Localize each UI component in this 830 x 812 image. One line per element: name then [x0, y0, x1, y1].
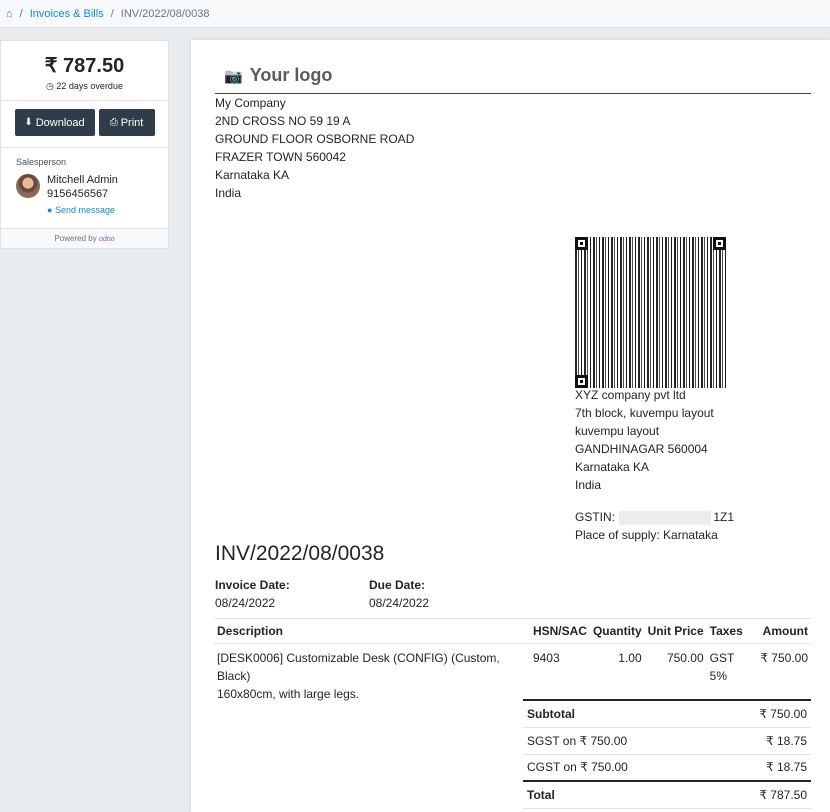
print-button[interactable]: ⎙ Print — [98, 109, 155, 136]
invoice-date: 08/24/2022 — [215, 596, 276, 610]
due-date: 08/24/2022 — [369, 596, 430, 610]
line-description: [DESK0006] Customizable Desk (CONFIG) (C… — [214, 644, 530, 709]
avatar — [16, 174, 40, 198]
salesperson-label: Salesperson — [16, 157, 67, 167]
table-header-row: Description HSN/SAC Quantity Unit Price … — [214, 618, 811, 644]
place-of-supply: Place of supply: Karnataka — [575, 528, 718, 542]
breadcrumb-current: INV/2022/08/0038 — [120, 7, 210, 20]
qr-finder — [575, 237, 588, 250]
print-label: Print — [120, 116, 144, 129]
odoo-logo[interactable]: odoo — [99, 236, 115, 243]
clock-icon: ◷ — [46, 81, 54, 91]
send-message-link[interactable]: ● Send message — [47, 205, 118, 215]
customer-line: Karnataka KA — [575, 460, 650, 474]
invoice-number: INV/2022/08/0038 — [215, 542, 385, 565]
cgst-row: CGST on ₹ 750.00 ₹ 18.75 — [523, 754, 811, 782]
qr-modules — [575, 237, 726, 388]
customer-line: India — [575, 478, 602, 492]
customer-line: XYZ company pvt ltd — [575, 388, 686, 402]
breadcrumb-invoices-link[interactable]: Invoices & Bills — [30, 8, 104, 20]
column-header: HSN/SAC — [529, 618, 590, 644]
overdue-text: ◷ 22 days overdue — [1, 81, 168, 92]
total-value: ₹ 787.50 — [713, 780, 811, 809]
company-line: Karnataka KA — [215, 168, 290, 182]
invoice-lines-table: Description HSN/SAC Quantity Unit Price … — [214, 618, 811, 708]
company-logo: 📷 Your logo — [224, 65, 332, 86]
download-label: Download — [35, 116, 85, 129]
line-description-text: 160x80cm, with large legs. — [217, 687, 360, 701]
gstin-block: GSTIN: 1Z1 Place of supply: Karnataka — [575, 508, 734, 544]
company-line: My Company — [215, 96, 286, 110]
company-line: FRAZER TOWN 560042 — [215, 150, 346, 164]
overdue-label: 22 days overdue — [56, 81, 123, 91]
column-header: Taxes — [706, 618, 758, 644]
sgst-label: SGST on ₹ 750.00 — [523, 727, 714, 755]
customer-line: GANDHINAGAR 560004 — [575, 442, 708, 456]
customer-line: kuvempu layout — [575, 424, 660, 438]
amount-due: ₹ 787.50 — [44, 55, 125, 77]
powered-by: Powered by odoo — [1, 229, 168, 248]
download-icon: ⬇ — [24, 117, 33, 128]
breadcrumb: ⌂ / Invoices & Bills / INV/2022/08/0038 — [0, 0, 830, 28]
totals-table: Subtotal ₹ 750.00 SGST on ₹ 750.00 ₹ 18.… — [523, 699, 811, 809]
gstin-suffix: 1Z1 — [713, 510, 735, 524]
gstin-label: GSTIN: — [575, 510, 616, 524]
invoice-dates: Invoice Date: 08/24/2022 Due Date: 08/24… — [215, 576, 523, 612]
subtotal-label: Subtotal — [523, 699, 714, 728]
column-header: Description — [214, 618, 530, 644]
cgst-value: ₹ 18.75 — [713, 754, 811, 782]
send-message-label: Send message — [54, 205, 115, 215]
salesperson-phone: 9156456567 — [47, 188, 109, 200]
home-icon[interactable]: ⌂ — [6, 8, 13, 20]
salesperson-section: Salesperson Mitchell Admin 9156456567 ● … — [1, 148, 168, 229]
invoice-document: 📷 Your logo My Company 2ND CROSS NO 59 1… — [191, 40, 830, 812]
subtotal-value: ₹ 750.00 — [713, 699, 811, 728]
company-line: India — [215, 186, 242, 200]
customer-line: 7th block, kuvempu layout — [575, 406, 714, 420]
column-header: Quantity — [589, 618, 645, 644]
total-label: Total — [523, 780, 714, 809]
total-row: Total ₹ 787.50 — [523, 780, 811, 809]
customer-address: XYZ company pvt ltd 7th block, kuvempu l… — [575, 386, 714, 494]
download-button[interactable]: ⬇ Download — [14, 109, 95, 136]
sgst-value: ₹ 18.75 — [713, 727, 811, 755]
print-icon: ⎙ — [109, 117, 118, 128]
chat-icon: ● — [47, 205, 53, 215]
gstin-redacted — [619, 510, 712, 525]
invoice-sidebar: ₹ 787.50 ◷ 22 days overdue ⬇ Download ⎙ Pr… — [0, 40, 169, 249]
column-header: Amount — [757, 618, 811, 644]
company-line: GROUND FLOOR OSBORNE ROAD — [215, 132, 415, 146]
camera-icon: 📷 — [224, 67, 243, 85]
due-date-label: Due Date: — [369, 578, 426, 592]
company-line: 2ND CROSS NO 59 19 A — [215, 114, 351, 128]
qr-code — [575, 237, 726, 388]
amount-due-section: ₹ 787.50 ◷ 22 days overdue — [1, 41, 168, 101]
sgst-row: SGST on ₹ 750.00 ₹ 18.75 — [523, 727, 811, 755]
action-buttons: ⬇ Download ⎙ Print — [1, 101, 168, 148]
logo-text: Your logo — [249, 65, 333, 85]
gstin-line: GSTIN: 1Z1 — [575, 508, 734, 526]
subtotal-row: Subtotal ₹ 750.00 — [523, 699, 811, 728]
salesperson-name: Mitchell Admin — [47, 174, 118, 186]
company-address: My Company 2ND CROSS NO 59 19 A GROUND F… — [215, 94, 414, 202]
powered-by-label: Powered by — [54, 234, 97, 243]
line-description-text: [DESK0006] Customizable Desk (CONFIG) (C… — [217, 651, 500, 683]
cgst-label: CGST on ₹ 750.00 — [523, 754, 714, 782]
invoice-date-label: Invoice Date: — [215, 578, 290, 592]
column-header: Unit Price — [644, 618, 707, 644]
qr-finder — [713, 237, 726, 250]
